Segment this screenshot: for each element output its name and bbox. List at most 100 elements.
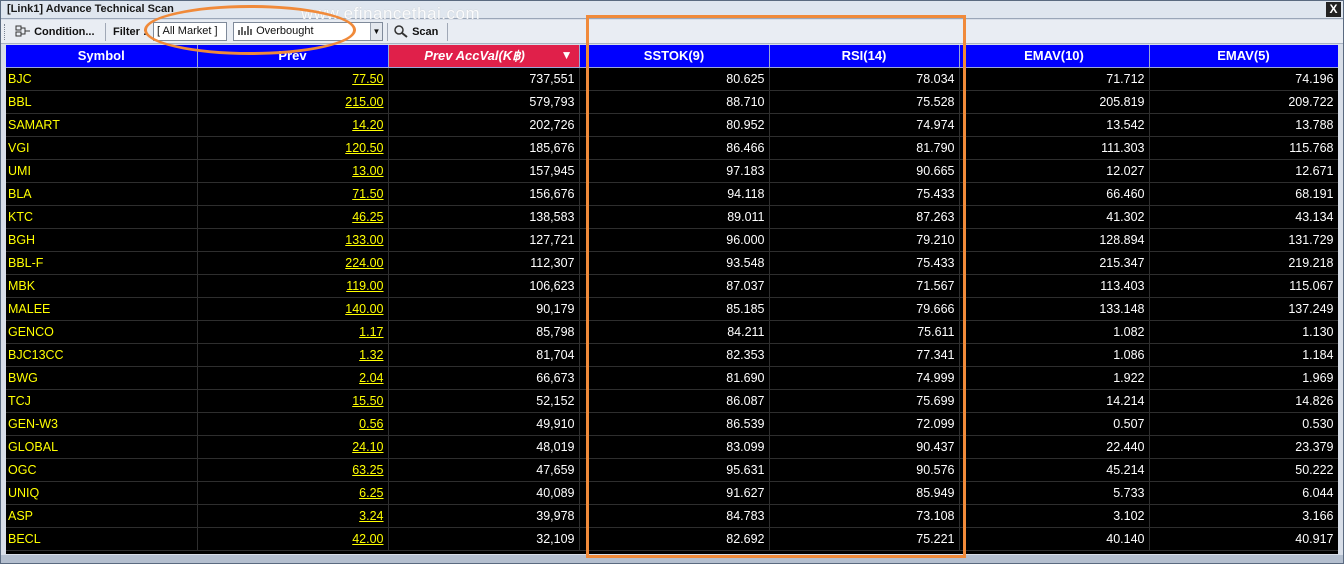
table-row[interactable]: BWG 2.04 66,673 81.690 74.999 1.922 1.969 <box>6 366 1338 390</box>
symbol-cell[interactable]: GLOBAL <box>6 435 198 459</box>
symbol-cell[interactable]: UMI <box>6 159 198 183</box>
column-header-sstok[interactable]: SSTOK(9) <box>579 45 770 68</box>
column-header-label: Prev AccVal(K฿) <box>424 47 525 63</box>
rsi-cell: 78.034 <box>769 67 960 91</box>
symbol-cell[interactable]: BJC13CC <box>6 343 198 367</box>
column-header-rsi[interactable]: RSI(14) <box>769 45 960 68</box>
prev-price-link[interactable]: 63.25 <box>352 463 383 477</box>
toolbar-separator <box>387 23 388 41</box>
table-row[interactable]: MBK 119.00 106,623 87.037 71.567 113.403 115.0… <box>6 274 1338 298</box>
prev-price-link[interactable]: 3.24 <box>359 509 383 523</box>
prev-accval-cell: 185,676 <box>388 136 580 160</box>
symbol-cell[interactable]: BJC <box>6 67 198 91</box>
condition-button[interactable]: Condition... <box>15 22 95 42</box>
window-bottom-edge <box>1 555 1343 563</box>
prev-price-link[interactable]: 6.25 <box>359 486 383 500</box>
table-row[interactable]: OGC 63.25 47,659 95.631 90.576 45.214 50.222 <box>6 458 1338 482</box>
column-header-emav10[interactable]: EMAV(10) <box>959 45 1150 68</box>
symbol-cell[interactable]: MBK <box>6 274 198 298</box>
table-row[interactable]: SAMART 14.20 202,726 80.952 74.974 13.542 13.7… <box>6 113 1338 137</box>
table-row[interactable]: BJC 77.50 737,551 80.625 78.034 71.712 74.196 <box>6 67 1338 91</box>
table-row[interactable]: VGI 120.50 185,676 86.466 81.790 111.303 115.7… <box>6 136 1338 160</box>
prev-price-link[interactable]: 215.00 <box>345 95 383 109</box>
table-row[interactable]: GEN-W3 0.56 49,910 86.539 72.099 0.507 0.530 <box>6 412 1338 436</box>
column-header-prev-accval[interactable]: Prev AccVal(K฿) ▼ <box>388 45 580 68</box>
emav5-cell: 68.191 <box>1149 182 1338 206</box>
prev-price-link[interactable]: 14.20 <box>352 118 383 132</box>
emav10-cell: 1.086 <box>959 343 1150 367</box>
prev-price-link[interactable]: 71.50 <box>352 187 383 201</box>
column-header-prev[interactable]: Prev <box>197 45 389 68</box>
close-button[interactable]: X <box>1326 2 1341 17</box>
symbol-cell[interactable]: ASP <box>6 504 198 528</box>
symbol-cell[interactable]: GENCO <box>6 320 198 344</box>
table-row[interactable]: BBL-F 224.00 112,307 93.548 75.433 215.347 219… <box>6 251 1338 275</box>
prev-price-link[interactable]: 15.50 <box>352 394 383 408</box>
symbol-cell[interactable]: BLA <box>6 182 198 206</box>
prev-price-link[interactable]: 119.00 <box>346 279 383 293</box>
rsi-cell: 71.567 <box>769 274 960 298</box>
table-row[interactable]: TCJ 15.50 52,152 86.087 75.699 14.214 14.826 <box>6 389 1338 413</box>
symbol-cell[interactable]: BGH <box>6 228 198 252</box>
symbol-cell[interactable]: TCJ <box>6 389 198 413</box>
prev-price-link[interactable]: 0.56 <box>359 417 383 431</box>
table-row[interactable]: BGH 133.00 127,721 96.000 79.210 128.894 131.7… <box>6 228 1338 252</box>
prev-price-link[interactable]: 13.00 <box>352 164 383 178</box>
scan-window: [Link1] Advance Technical Scan X www.efi… <box>0 0 1344 564</box>
table-row[interactable]: BLA 71.50 156,676 94.118 75.433 66.460 68.191 <box>6 182 1338 206</box>
emav5-cell: 1.130 <box>1149 320 1338 344</box>
table-row[interactable]: UMI 13.00 157,945 97.183 90.665 12.027 12.671 <box>6 159 1338 183</box>
prev-cell: 46.25 <box>197 205 389 229</box>
column-header-symbol[interactable]: Symbol <box>6 45 198 68</box>
prev-price-link[interactable]: 42.00 <box>352 532 383 546</box>
table-row[interactable]: BBL 215.00 579,793 88.710 75.528 205.819 209.7… <box>6 90 1338 114</box>
emav5-cell: 50.222 <box>1149 458 1338 482</box>
prev-price-link[interactable]: 120.50 <box>345 141 383 155</box>
emav5-cell: 0.530 <box>1149 412 1338 436</box>
symbol-cell[interactable]: BBL-F <box>6 251 198 275</box>
prev-price-link[interactable]: 133.00 <box>345 233 383 247</box>
scan-type-select[interactable]: Overbought ▼ <box>233 22 383 41</box>
prev-price-link[interactable]: 24.10 <box>352 440 383 454</box>
toolbar: Condition... Filter : [ All Market ] Ove… <box>1 20 1343 44</box>
symbol-cell[interactable]: OGC <box>6 458 198 482</box>
prev-price-link[interactable]: 1.32 <box>359 348 383 362</box>
prev-price-link[interactable]: 46.25 <box>352 210 383 224</box>
table-row[interactable]: UNIQ 6.25 40,089 91.627 85.949 5.733 6.044 <box>6 481 1338 505</box>
prev-price-link[interactable]: 2.04 <box>359 371 383 385</box>
prev-price-link[interactable]: 77.50 <box>352 72 383 86</box>
scan-button[interactable]: Scan <box>393 22 438 42</box>
symbol-cell[interactable]: BECL <box>6 527 198 551</box>
symbol-cell[interactable]: UNIQ <box>6 481 198 505</box>
symbol-cell[interactable]: GEN-W3 <box>6 412 198 436</box>
sstok-cell: 85.185 <box>579 297 770 321</box>
table-row[interactable]: GENCO 1.17 85,798 84.211 75.611 1.082 1.130 <box>6 320 1338 344</box>
table-row[interactable]: BJC13CC 1.32 81,704 82.353 77.341 1.086 1.184 <box>6 343 1338 367</box>
symbol-cell[interactable]: BWG <box>6 366 198 390</box>
sstok-cell: 88.710 <box>579 90 770 114</box>
toolbar-grip <box>4 24 7 40</box>
prev-price-link[interactable]: 140.00 <box>345 302 383 316</box>
column-header-emav5[interactable]: EMAV(5) <box>1149 45 1338 68</box>
prev-price-link[interactable]: 224.00 <box>345 256 383 270</box>
table-row[interactable]: KTC 46.25 138,583 89.011 87.263 41.302 43.134 <box>6 205 1338 229</box>
symbol-cell[interactable]: MALEE <box>6 297 198 321</box>
search-icon <box>393 24 409 38</box>
sstok-cell: 82.692 <box>579 527 770 551</box>
table-row[interactable]: ASP 3.24 39,978 84.783 73.108 3.102 3.166 <box>6 504 1338 528</box>
table-row[interactable]: BECL 42.00 32,109 82.692 75.221 40.140 40.917 <box>6 527 1338 551</box>
emav5-cell: 131.729 <box>1149 228 1338 252</box>
table-row[interactable]: MALEE 140.00 90,179 85.185 79.666 133.148 137.… <box>6 297 1338 321</box>
emav10-cell: 66.460 <box>959 182 1150 206</box>
emav10-cell: 14.214 <box>959 389 1150 413</box>
symbol-cell[interactable]: KTC <box>6 205 198 229</box>
title-bar: [Link1] Advance Technical Scan X <box>1 1 1343 19</box>
symbol-cell[interactable]: SAMART <box>6 113 198 137</box>
market-filter-field[interactable]: [ All Market ] <box>153 22 227 41</box>
prev-price-link[interactable]: 1.17 <box>359 325 383 339</box>
chevron-down-icon[interactable]: ▼ <box>370 23 382 40</box>
sstok-cell: 86.466 <box>579 136 770 160</box>
table-row[interactable]: GLOBAL 24.10 48,019 83.099 90.437 22.440 23.37… <box>6 435 1338 459</box>
symbol-cell[interactable]: VGI <box>6 136 198 160</box>
symbol-cell[interactable]: BBL <box>6 90 198 114</box>
